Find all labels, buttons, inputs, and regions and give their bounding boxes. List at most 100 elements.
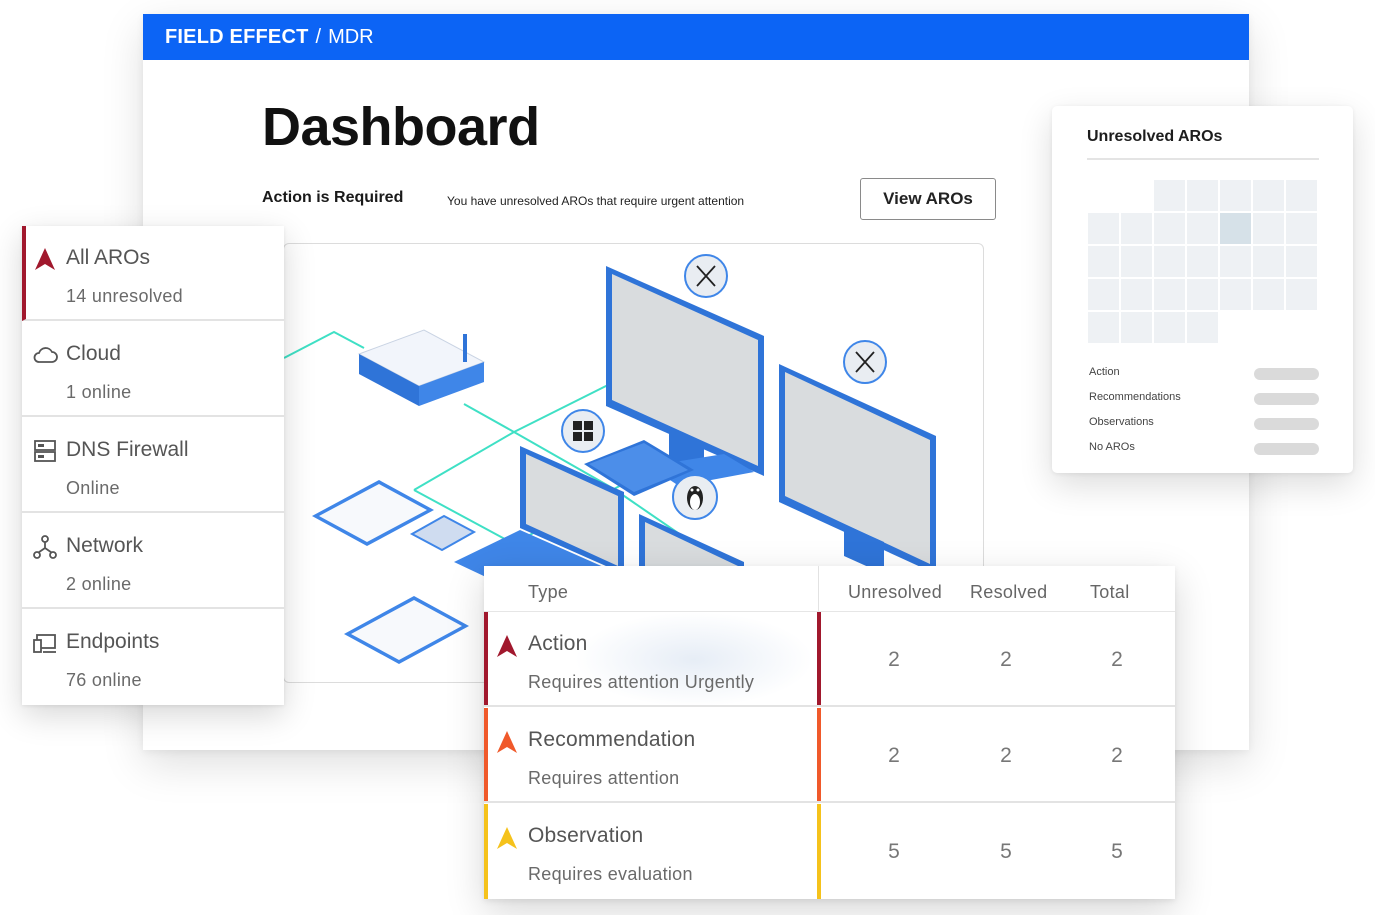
column-header-total[interactable]: Total (1090, 582, 1130, 603)
severity-bar (484, 708, 488, 801)
linux-badge-icon (672, 474, 718, 520)
sidebar-item-status: 2 online (66, 574, 132, 594)
heatmap-cell (1121, 279, 1152, 310)
sidebar-item-status: Online (66, 478, 120, 498)
resolved-count: 2 (1000, 648, 1012, 671)
sidebar-item-dns-firewall[interactable]: DNS Firewall Online (22, 418, 284, 513)
legend-label: No AROs (1089, 441, 1135, 453)
alert-label: Action is Required (262, 189, 404, 206)
heatmap-cell (1220, 180, 1251, 211)
sidebar-item-label: Cloud (66, 342, 121, 365)
heatmap-cell (1187, 213, 1218, 244)
unresolved-count: 2 (888, 648, 900, 671)
aros-heatmap (1088, 180, 1320, 348)
heatmap-cell (1187, 279, 1218, 310)
total-count: 2 (1111, 648, 1123, 671)
aro-triangle-icon (35, 248, 55, 270)
total-count: 5 (1111, 840, 1123, 863)
recommendation-triangle-icon (497, 731, 517, 753)
heatmap-cell (1154, 279, 1185, 310)
legend-item-observations: Observations (1089, 416, 1319, 432)
aro-type-table: Type Unresolved Resolved Total Action Re… (484, 566, 1175, 899)
heatmap-cell (1088, 246, 1119, 277)
network-icon (33, 535, 57, 559)
sidebar-item-label: Endpoints (66, 630, 160, 653)
top-bar: FIELD EFFECT / MDR (143, 14, 1249, 60)
unresolved-count: 5 (888, 840, 900, 863)
server-icon (34, 440, 56, 462)
column-header-type[interactable]: Type (528, 582, 568, 603)
column-header-resolved[interactable]: Resolved (970, 582, 1047, 603)
legend-item-recommendations: Recommendations (1089, 391, 1319, 407)
severity-bar (817, 708, 821, 801)
view-aros-button[interactable]: View AROs (860, 178, 996, 220)
row-description: Requires attention (528, 768, 680, 788)
heatmap-cell (1088, 312, 1119, 343)
unresolved-aros-card: Unresolved AROs Action Recommendations O… (1052, 106, 1353, 473)
legend-bar (1254, 368, 1319, 380)
tablet-device-2 (344, 596, 469, 664)
heatmap-cell (1088, 213, 1119, 244)
sidebar-item-status: 14 unresolved (66, 286, 183, 306)
severity-bar (817, 804, 821, 899)
action-triangle-icon (497, 635, 517, 657)
router-device (357, 329, 486, 406)
legend-bar (1254, 393, 1319, 405)
heatmap-cell (1286, 279, 1317, 310)
brand-separator: / (315, 25, 322, 48)
brand-name[interactable]: FIELD EFFECT (165, 26, 309, 49)
table-row-observation[interactable]: Observation Requires evaluation 5 5 5 (484, 804, 1175, 899)
heatmap-cell (1286, 213, 1317, 244)
sidebar-item-endpoints[interactable]: Endpoints 76 online (22, 610, 284, 705)
legend-label: Recommendations (1089, 391, 1181, 403)
legend-bar (1254, 418, 1319, 430)
macos-badge-icon-1 (684, 254, 728, 298)
sidebar-item-status: 76 online (66, 670, 142, 690)
sidebar-item-cloud[interactable]: Cloud 1 online (22, 322, 284, 417)
column-divider (818, 566, 819, 612)
sidebar-item-label: All AROs (66, 246, 151, 269)
aros-card-title: Unresolved AROs (1087, 128, 1223, 145)
heatmap-cell (1253, 213, 1284, 244)
legend-item-action: Action (1089, 366, 1319, 382)
heatmap-cell (1187, 180, 1218, 211)
product-name[interactable]: MDR (328, 26, 374, 49)
monitor-device-2 (779, 364, 936, 574)
heatmap-cell (1121, 213, 1152, 244)
row-type: Action (528, 632, 588, 655)
heatmap-cell (1088, 279, 1119, 310)
row-type: Recommendation (528, 728, 696, 751)
heatmap-cell (1253, 246, 1284, 277)
sidebar-item-network[interactable]: Network 2 online (22, 514, 284, 609)
severity-bar (817, 612, 821, 705)
table-row-action[interactable]: Action Requires attention Urgently 2 2 2 (484, 612, 1175, 707)
divider (1087, 158, 1319, 160)
sidebar-item-all-aros[interactable]: All AROs 14 unresolved (22, 226, 284, 321)
page-title: Dashboard (262, 97, 540, 157)
total-count: 2 (1111, 744, 1123, 767)
phone-device-1 (409, 514, 477, 552)
row-description: Requires attention Urgently (528, 672, 755, 692)
heatmap-cell (1154, 180, 1185, 211)
endpoints-icon (33, 634, 56, 653)
cloud-icon (33, 347, 58, 363)
windows-badge-icon (561, 409, 605, 453)
severity-bar (484, 804, 488, 899)
heatmap-cell (1253, 180, 1284, 211)
heatmap-cell (1121, 246, 1152, 277)
asset-sidebar: All AROs 14 unresolved Cloud 1 online DN… (22, 226, 284, 705)
column-header-unresolved[interactable]: Unresolved (848, 582, 942, 603)
table-row-recommendation[interactable]: Recommendation Requires attention 2 2 2 (484, 708, 1175, 803)
sidebar-item-status: 1 online (66, 382, 132, 402)
heatmap-cell (1220, 213, 1251, 244)
legend-item-no-aros: No AROs (1089, 441, 1319, 457)
heatmap-cell (1187, 246, 1218, 277)
heatmap-cell (1286, 180, 1317, 211)
sidebar-item-label: Network (66, 534, 144, 557)
sidebar-item-label: DNS Firewall (66, 438, 189, 461)
heatmap-cell (1253, 279, 1284, 310)
legend-label: Observations (1089, 416, 1154, 428)
heatmap-cell (1154, 246, 1185, 277)
alert-message: You have unresolved AROs that require ur… (447, 194, 745, 208)
heatmap-cell (1154, 213, 1185, 244)
